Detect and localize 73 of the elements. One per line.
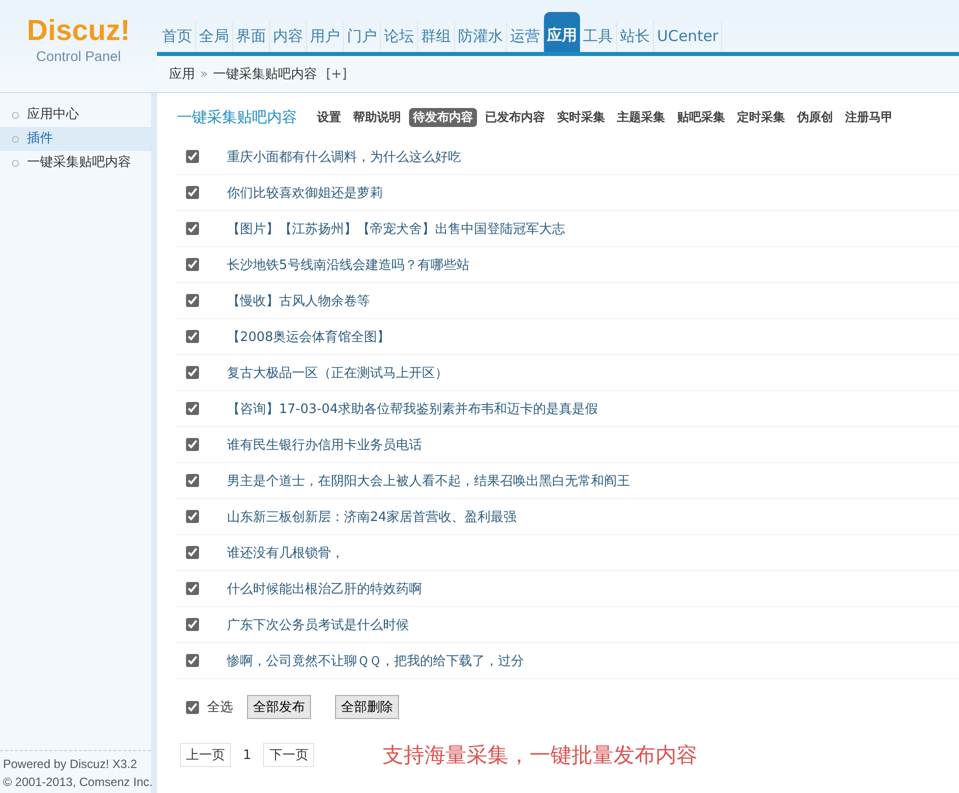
tab[interactable]: 贴吧采集 (673, 108, 729, 126)
nav-tab[interactable]: 应用 (544, 12, 580, 52)
row-checkbox[interactable] (186, 582, 199, 595)
post-title-link[interactable]: 男主是个道士，在阴阳大会上被人看不起，结果召唤出黑白无常和阎王 (227, 472, 630, 490)
post-title-link[interactable]: 【咨询】17-03-04求助各位帮我鉴别素并布韦和迈卡的是真是假 (227, 400, 598, 418)
tab[interactable]: 实时采集 (553, 108, 609, 126)
sidebar-item[interactable]: 一键采集贴吧内容 (0, 151, 151, 175)
post-title-link[interactable]: 【慢收】古风人物余卷等 (227, 292, 370, 310)
row-checkbox[interactable] (186, 294, 199, 307)
post-title-link[interactable]: 谁有民生银行办信用卡业务员电话 (227, 436, 422, 454)
nav-tab[interactable]: 界面 (233, 21, 270, 51)
post-title-link[interactable]: 惨啊，公司竟然不让聊ＱＱ，把我的给下载了，过分 (227, 652, 524, 670)
post-title-link[interactable]: 长沙地铁5号线南沿线会建造吗？有哪些站 (227, 256, 470, 274)
row-checkbox[interactable] (186, 366, 199, 379)
row-checkbox[interactable] (186, 330, 199, 343)
tab[interactable]: 设置 (313, 108, 345, 126)
post-title-link[interactable]: 山东新三板创新层：济南24家居首营收、盈利最强 (227, 508, 517, 526)
sidebar-item[interactable]: 应用中心 (0, 103, 151, 127)
logo-subtitle: Control Panel (36, 48, 121, 64)
row-checkbox[interactable] (186, 546, 199, 559)
action-button[interactable]: 全部删除 (335, 695, 399, 719)
nav-tab[interactable]: 全局 (196, 21, 233, 51)
row-checkbox[interactable] (186, 402, 199, 415)
row-checkbox[interactable] (186, 222, 199, 235)
action-button[interactable]: 全部发布 (247, 695, 311, 719)
row-checkbox[interactable] (186, 510, 199, 523)
nav-tab[interactable]: UCenter (654, 21, 722, 51)
row-checkbox[interactable] (186, 474, 199, 487)
nav-tab[interactable]: 站长 (617, 21, 654, 51)
breadcrumb-separator: » (200, 66, 208, 82)
nav-tab[interactable]: 群组 (418, 21, 455, 51)
nav-tab[interactable]: 用户 (307, 21, 344, 51)
tab[interactable]: 帮助说明 (349, 108, 405, 126)
promo-text: 支持海量采集，一键批量发布内容 (382, 742, 698, 769)
tab[interactable]: 待发布内容 (409, 108, 477, 126)
select-all-label: 全选 (207, 699, 233, 716)
select-all-checkbox[interactable] (186, 700, 199, 714)
next-page-button[interactable]: 下一页 (263, 743, 314, 767)
row-checkbox[interactable] (186, 438, 199, 451)
tab[interactable]: 主题采集 (613, 108, 669, 126)
post-title-link[interactable]: 复古大极品一区（正在测试马上开区） (227, 364, 448, 382)
nav-tab[interactable]: 防灌水 (455, 21, 507, 51)
breadcrumb-current: 一键采集贴吧内容 (212, 66, 317, 83)
footer-text: © 2001-2013, Comsenz Inc. (3, 774, 151, 791)
page-number: 1 (243, 748, 252, 762)
sidebar-item[interactable]: 插件 (0, 127, 151, 151)
row-checkbox[interactable] (186, 654, 199, 667)
row-checkbox[interactable] (186, 186, 199, 199)
tab[interactable]: 注册马甲 (841, 108, 897, 126)
post-title-link[interactable]: 重庆小面都有什么调料，为什么这么好吃 (227, 148, 461, 166)
prev-page-button[interactable]: 上一页 (180, 743, 231, 767)
row-checkbox[interactable] (186, 618, 199, 631)
add-shortcut-link[interactable]: [+] (326, 66, 348, 82)
nav-tab[interactable]: 内容 (270, 21, 307, 51)
post-title-link[interactable]: 广东下次公务员考试是什么时候 (227, 616, 409, 634)
post-title-link[interactable]: 【图片】【江苏扬州】【帝宠犬舍】出售中国登陆冠军大志 (227, 220, 565, 238)
tab[interactable]: 已发布内容 (481, 108, 549, 126)
logo-text: Discuz! (26, 14, 130, 48)
post-title-link[interactable]: 你们比较喜欢御姐还是萝莉 (227, 184, 383, 202)
post-title-link[interactable]: 什么时候能出根治乙肝的特效药啊 (227, 580, 422, 598)
tab[interactable]: 伪原创 (793, 108, 837, 126)
nav-tab[interactable]: 工具 (580, 21, 617, 51)
breadcrumb-link[interactable]: 应用 (169, 65, 195, 83)
row-checkbox[interactable] (186, 150, 199, 163)
nav-tab[interactable]: 首页 (159, 21, 196, 51)
post-title-link[interactable]: 【2008奥运会体育馆全图】 (227, 328, 390, 346)
page-title: 一键采集贴吧内容 (177, 108, 297, 126)
nav-tab[interactable]: 论坛 (381, 21, 418, 51)
nav-tab[interactable]: 门户 (344, 21, 381, 51)
footer-text: Powered by Discuz! X3.2 (3, 756, 138, 773)
tab[interactable]: 定时采集 (733, 108, 789, 126)
post-title-link[interactable]: 谁还没有几根锁骨， (227, 544, 344, 562)
row-checkbox[interactable] (186, 258, 199, 271)
